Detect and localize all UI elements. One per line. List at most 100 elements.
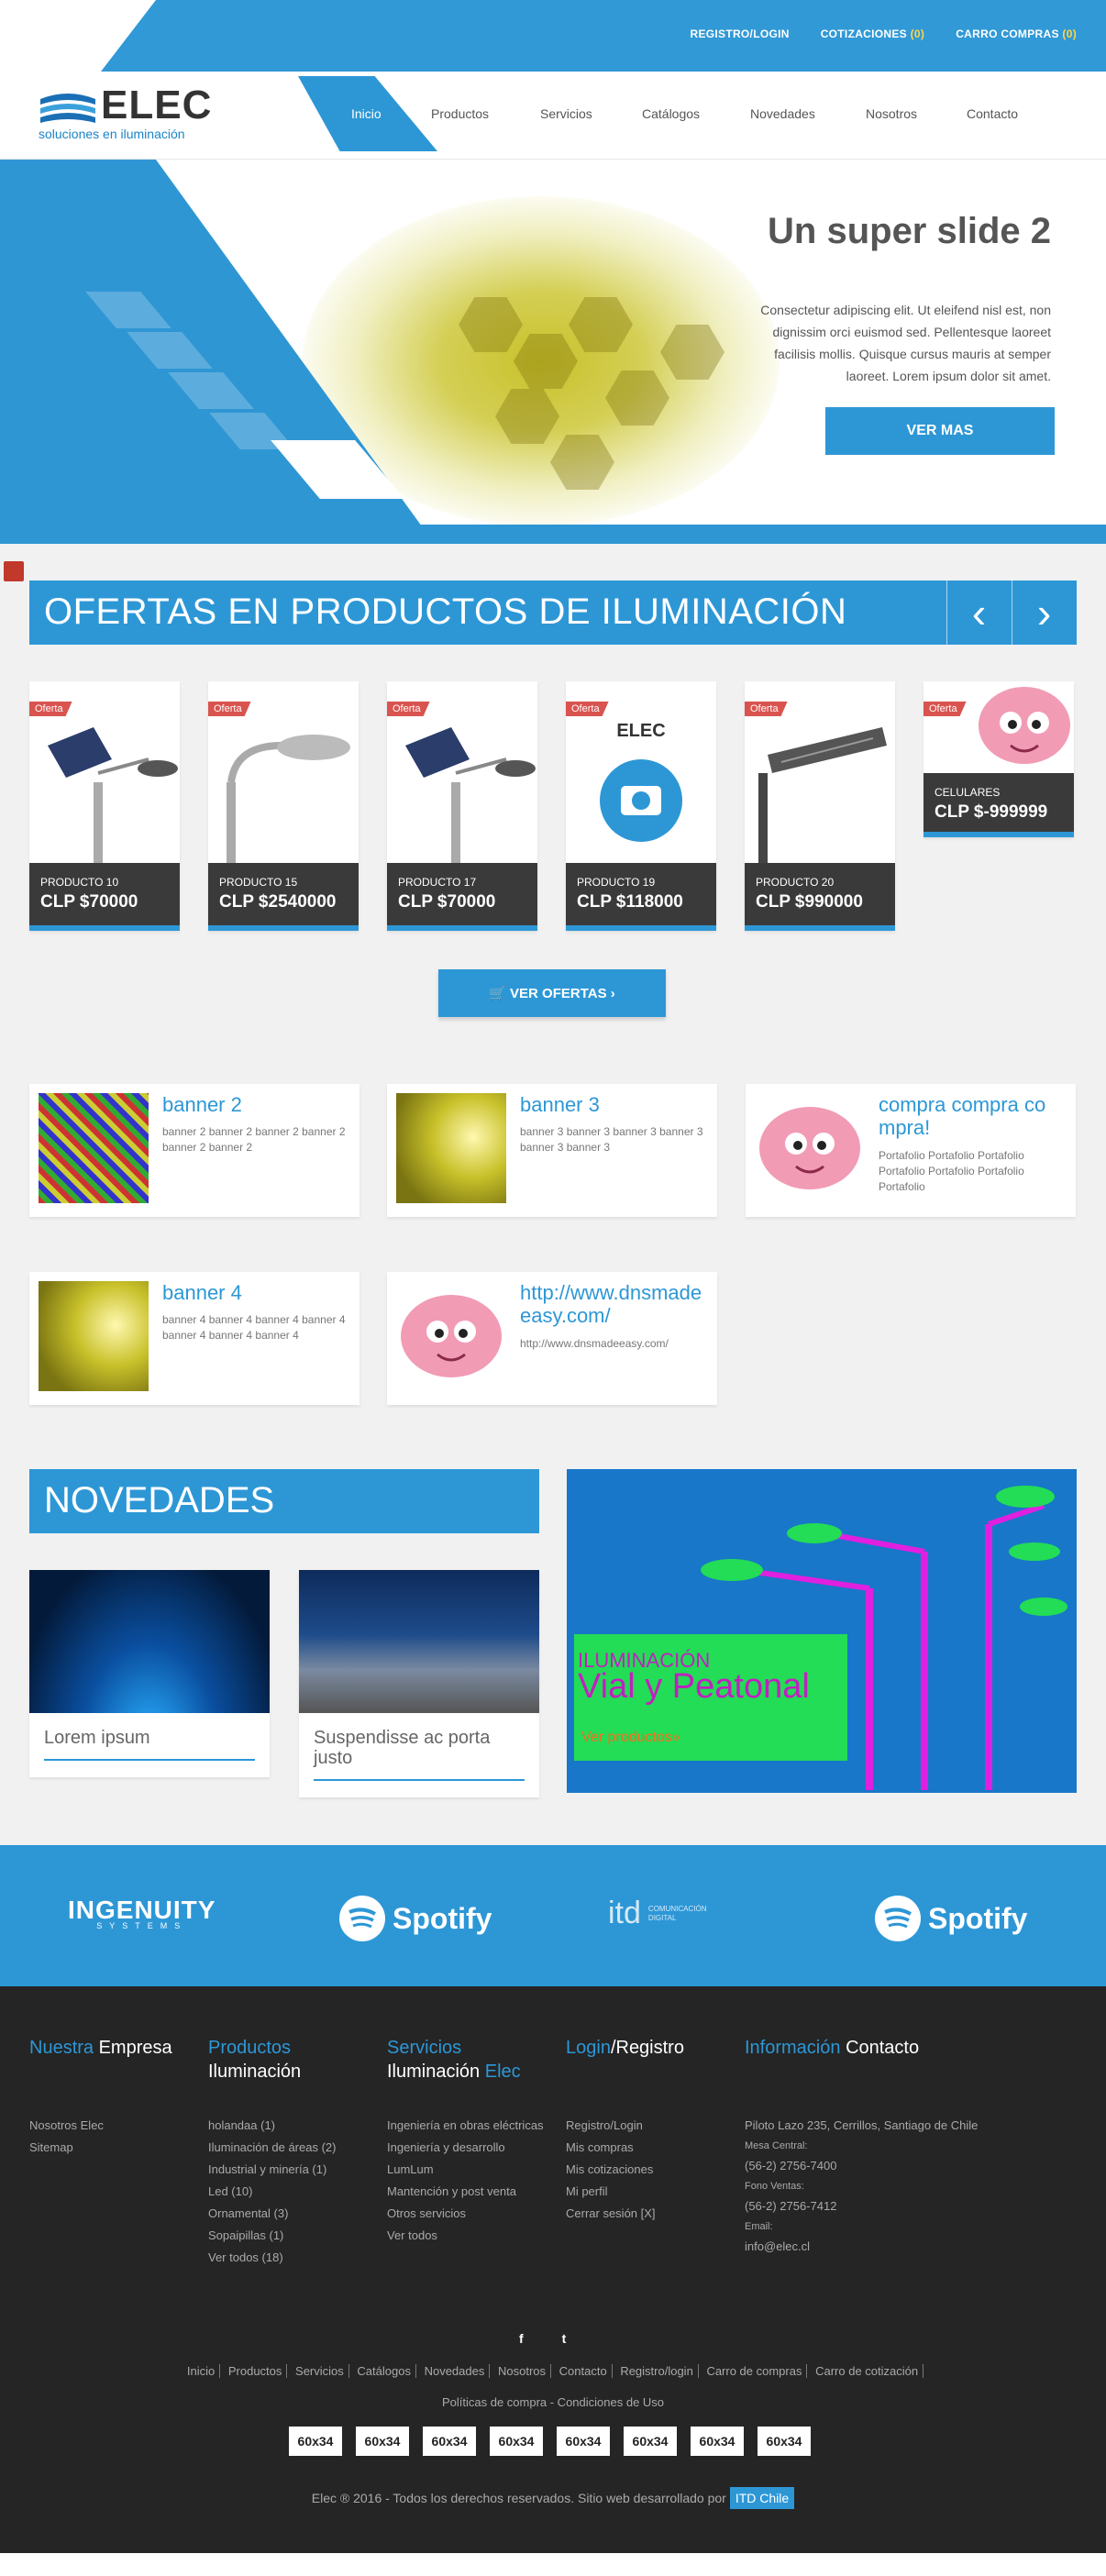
- slide-title: Un super slide 2: [768, 211, 1051, 251]
- footer-nav-link[interactable]: Registro/login: [615, 2364, 699, 2378]
- banner-title: banner 2: [162, 1093, 242, 1116]
- news-card[interactable]: Lorem ipsum: [29, 1570, 270, 1777]
- product-card[interactable]: Oferta PRODUCTO 20 CLP $990000: [745, 681, 895, 931]
- spotify-logo[interactable]: Spotify: [339, 1896, 492, 1941]
- product-card[interactable]: Oferta CELULARES CLP $-999999: [924, 681, 1074, 837]
- footer-nav-link[interactable]: Novedades: [419, 2364, 491, 2378]
- page: REGISTRO/LOGIN COTIZACIONES (0) CARRO CO…: [0, 0, 1106, 2576]
- phone-mesa[interactable]: (56-2) 2756-7400: [745, 2155, 1056, 2177]
- footer-nav-link[interactable]: Catálogos: [352, 2364, 416, 2378]
- footer-col-contacto: Información Contacto Piloto Lazo 235, Ce…: [745, 2036, 1056, 2258]
- itd-chile-link[interactable]: ITD Chile: [729, 2487, 795, 2509]
- prev-arrow-icon[interactable]: ‹: [946, 580, 1011, 645]
- ad-slot[interactable]: 60x34: [557, 2427, 610, 2456]
- banner-image: [39, 1281, 149, 1391]
- ad-slot[interactable]: 60x34: [423, 2427, 476, 2456]
- footer-link[interactable]: Ver todos (18): [208, 2247, 382, 2269]
- footer-nav-link[interactable]: Servicios: [291, 2364, 349, 2378]
- nav-novedades[interactable]: Novedades: [750, 106, 866, 121]
- email-link[interactable]: info@elec.cl: [745, 2236, 1056, 2258]
- product-price: CLP $-999999: [935, 802, 1048, 822]
- cart-link[interactable]: CARRO COMPRAS (0): [956, 28, 1077, 40]
- nav-inicio[interactable]: Inicio: [351, 106, 431, 121]
- nav-productos[interactable]: Productos: [431, 106, 540, 121]
- footer-col-productos: Productos Iluminación holandaa (1) Ilumin…: [208, 2036, 382, 2269]
- brain-mascot-image: [755, 1093, 865, 1203]
- footer-nav-link[interactable]: Inicio: [182, 2364, 221, 2378]
- logo[interactable]: ELEC soluciones en iluminación: [39, 83, 259, 150]
- footer-link[interactable]: Led (10): [208, 2181, 382, 2203]
- footer-link[interactable]: Mantención y post venta: [387, 2181, 552, 2203]
- news-title: Suspendisse ac porta justo: [314, 1728, 491, 1768]
- nav-nosotros[interactable]: Nosotros: [866, 106, 967, 121]
- next-arrow-icon[interactable]: ›: [1012, 580, 1076, 645]
- ad-slot[interactable]: 60x34: [758, 2427, 811, 2456]
- footer-link[interactable]: Mi perfil: [566, 2181, 740, 2203]
- book-icon[interactable]: [4, 561, 24, 581]
- banner-card[interactable]: banner 3 banner 3 banner 3 banner 3 bann…: [387, 1084, 717, 1217]
- ad-slot[interactable]: 60x34: [356, 2427, 409, 2456]
- ad-slot[interactable]: 60x34: [490, 2427, 543, 2456]
- banner-card[interactable]: compra compra co mpra! Portafolio Portaf…: [746, 1084, 1076, 1217]
- footer-link[interactable]: Mis compras: [566, 2137, 740, 2159]
- footer-col-empresa: Nuestra Empresa Nosotros Elec Sitemap: [29, 2036, 204, 2159]
- ver-ofertas-button[interactable]: 🛒 VER OFERTAS ›: [438, 969, 666, 1017]
- footer-link[interactable]: Ornamental (3): [208, 2203, 382, 2225]
- ofertas-header: OFERTAS EN PRODUCTOS DE ILUMINACIÓN ‹ ›: [29, 580, 1077, 645]
- footer-link[interactable]: Mis cotizaciones: [566, 2159, 740, 2181]
- footer-link[interactable]: Ver todos: [387, 2225, 552, 2247]
- footer-link[interactable]: Cerrar sesión [X]: [566, 2203, 740, 2225]
- facebook-icon[interactable]: f: [519, 2331, 524, 2346]
- banner-card[interactable]: banner 4 banner 4 banner 4 banner 4 bann…: [29, 1272, 359, 1405]
- ad-slot[interactable]: 60x34: [691, 2427, 744, 2456]
- logo-mark-icon: [39, 90, 97, 125]
- footer-link[interactable]: LumLum: [387, 2159, 552, 2181]
- register-login-link[interactable]: REGISTRO/LOGIN: [690, 28, 789, 40]
- product-card[interactable]: Oferta PRODUCTO 15 CLP $2540000: [208, 681, 359, 931]
- footer-link[interactable]: Sitemap: [29, 2137, 204, 2159]
- footer-link[interactable]: Sopaipillas (1): [208, 2225, 382, 2247]
- nav-servicios[interactable]: Servicios: [540, 106, 642, 121]
- footer-nav-link[interactable]: Contacto: [554, 2364, 613, 2378]
- product-card[interactable]: ELEC Oferta PRODUCTO 19 CLP $118000: [566, 681, 716, 931]
- footer: Nuestra Empresa Nosotros Elec Sitemap Pr…: [0, 1986, 1106, 2553]
- ad-slot[interactable]: 60x34: [624, 2427, 677, 2456]
- footer-link[interactable]: Iluminación de áreas (2): [208, 2137, 382, 2159]
- product-name: PRODUCTO 10: [40, 876, 119, 889]
- footer-link[interactable]: Ingeniería y desarrollo: [387, 2137, 552, 2159]
- ingenuity-logo[interactable]: INGENUITY SYSTEMS: [68, 1896, 216, 1930]
- news-card[interactable]: Suspendisse ac porta justo: [299, 1570, 539, 1797]
- policies-links[interactable]: Políticas de compra - Condiciones de Uso: [0, 2395, 1106, 2409]
- product-card[interactable]: Oferta PRODUCTO 10 CLP $70000: [29, 681, 180, 931]
- ver-productos-link[interactable]: Ver productos»: [581, 1730, 680, 1746]
- footer-link[interactable]: Otros servicios: [387, 2203, 552, 2225]
- footer-link[interactable]: Registro/Login: [566, 2115, 740, 2137]
- footer-col-login: Login/Registro Registro/Login Mis compra…: [566, 2036, 740, 2225]
- ver-mas-button[interactable]: VER MAS: [825, 407, 1055, 455]
- footer-link[interactable]: Industrial y minería (1): [208, 2159, 382, 2181]
- quotes-link[interactable]: COTIZACIONES (0): [821, 28, 925, 40]
- footer-nav-link[interactable]: Productos: [223, 2364, 288, 2378]
- oferta-badge: Oferta: [745, 702, 788, 716]
- product-card[interactable]: Oferta PRODUCTO 17 CLP $70000: [387, 681, 537, 931]
- nav-catalogos[interactable]: Catálogos: [642, 106, 750, 121]
- nav-contacto[interactable]: Contacto: [967, 106, 1018, 121]
- twitter-icon[interactable]: t: [562, 2331, 567, 2346]
- footer-link[interactable]: Nosotros Elec: [29, 2115, 204, 2137]
- itd-logo[interactable]: itd COMUNICACIÓN DIGITAL: [608, 1896, 706, 1931]
- spotify-logo[interactable]: Spotify: [875, 1896, 1027, 1941]
- iluminacion-vial-banner[interactable]: ILUMINACIÓN Vial y Peatonal Ver producto…: [567, 1469, 1077, 1793]
- footer-nav-link[interactable]: Carro de cotización: [811, 2364, 924, 2378]
- footer-nav-link[interactable]: Carro de compras: [702, 2364, 808, 2378]
- phone-ventas[interactable]: (56-2) 2756-7412: [745, 2195, 1056, 2217]
- hero-slider: Un super slide 2 Consectetur adipiscing …: [0, 160, 1106, 544]
- footer-link[interactable]: holandaa (1): [208, 2115, 382, 2137]
- banner-card[interactable]: http://www.dnsmadeeasy.com/ http://www.d…: [387, 1272, 717, 1405]
- banner-desc: banner 3 banner 3 banner 3 banner 3 bann…: [520, 1125, 703, 1154]
- footer-link[interactable]: Ingeniería en obras eléctricas: [387, 2115, 552, 2137]
- ad-slots: 60x34 60x34 60x34 60x34 60x34 60x34 60x3…: [289, 2427, 811, 2456]
- banner-desc: banner 4 banner 4 banner 4 banner 4 bann…: [162, 1313, 346, 1342]
- ad-slot[interactable]: 60x34: [289, 2427, 342, 2456]
- banner-card[interactable]: banner 2 banner 2 banner 2 banner 2 bann…: [29, 1084, 359, 1217]
- footer-nav-link[interactable]: Nosotros: [492, 2364, 552, 2378]
